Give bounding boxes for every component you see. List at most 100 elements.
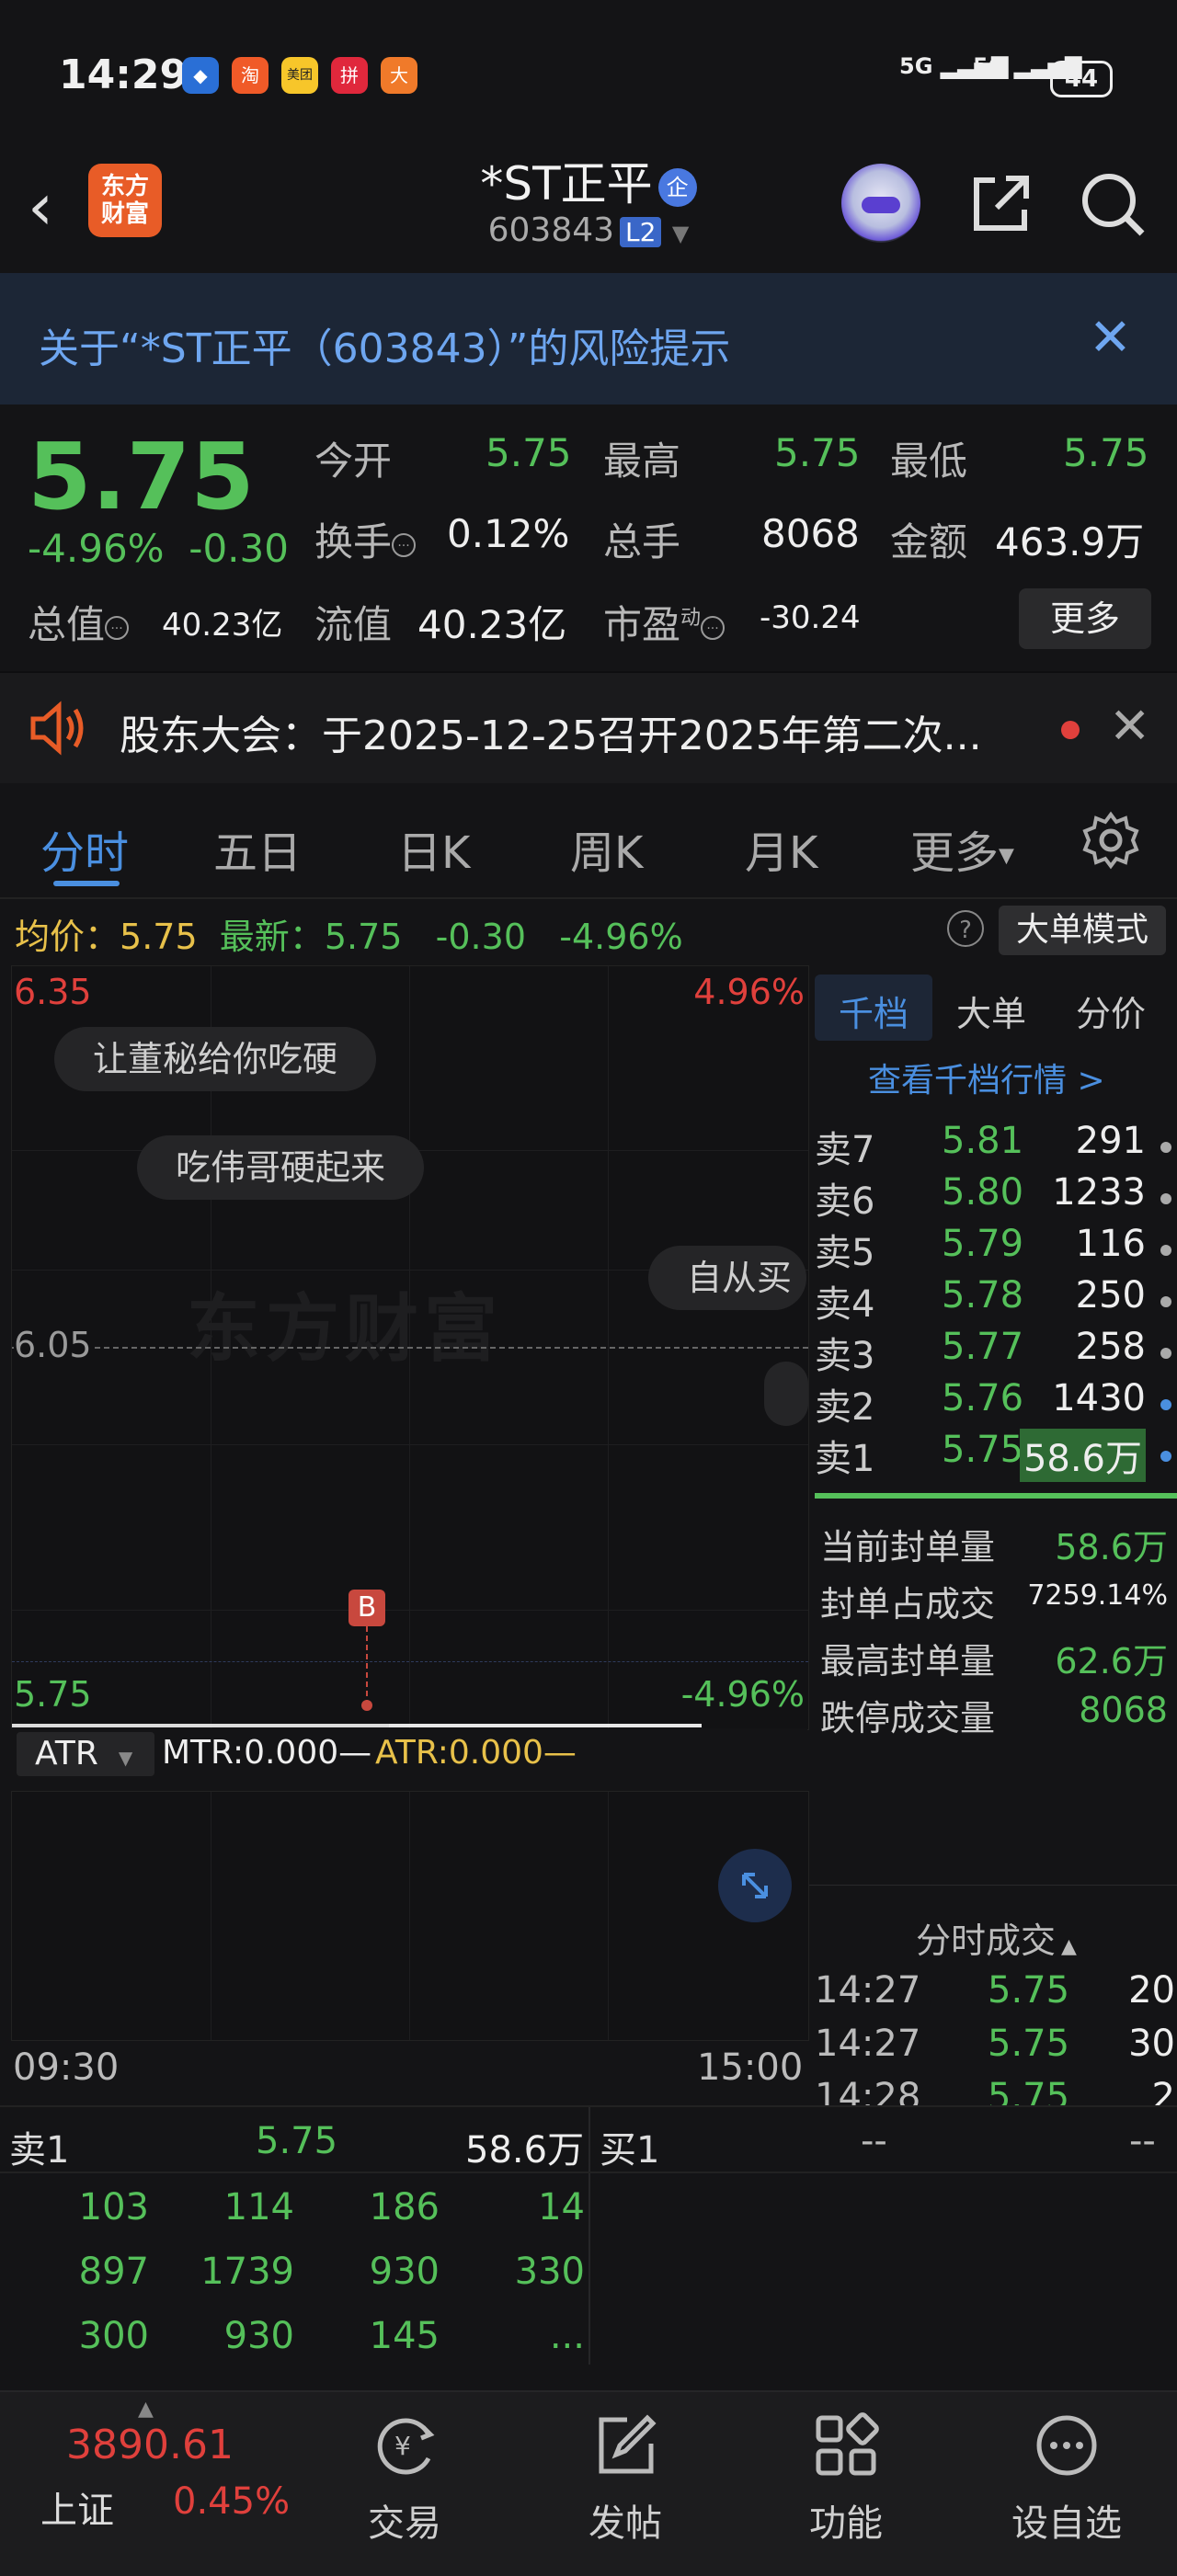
queue-more[interactable]: ... bbox=[484, 2315, 585, 2357]
info-icon[interactable]: ··· bbox=[105, 615, 130, 640]
seal-label: 当前封单量 bbox=[820, 1527, 996, 1567]
chevron-up-icon[interactable]: ▲ bbox=[138, 2398, 154, 2421]
risk-text[interactable]: 关于“*ST正平（603843）”的风险提示 bbox=[39, 315, 730, 374]
unread-dot bbox=[1061, 721, 1080, 739]
seal-value: 8068 bbox=[1079, 1690, 1168, 1730]
robot-eyes bbox=[862, 197, 900, 213]
indicator-chart[interactable] bbox=[11, 1791, 809, 2041]
view-depth-link[interactable]: 查看千档行情 > bbox=[868, 1054, 1105, 1101]
tab-big-orders[interactable]: 大单 bbox=[956, 986, 1026, 1036]
turnover-label: 换手 ··· bbox=[314, 511, 417, 567]
ask-row[interactable]: 卖7 5.81 291 bbox=[815, 1120, 1177, 1171]
post-icon[interactable] bbox=[590, 2411, 660, 2480]
latest-value: 5.75 bbox=[324, 917, 403, 957]
tab-monthly-k[interactable]: 月K bbox=[745, 816, 817, 881]
tab-depth[interactable]: 千档 bbox=[839, 986, 908, 1036]
search-icon[interactable] bbox=[1076, 167, 1149, 241]
ask-row[interactable]: 卖1 5.75 58.6万 bbox=[815, 1429, 1177, 1482]
price-summary: 均价：5.75 最新：5.75 -0.30 -4.96% bbox=[15, 908, 683, 959]
seal-label: 跌停成交量 bbox=[820, 1698, 996, 1738]
avg-label: 均价： bbox=[15, 917, 120, 957]
tick-row: 14:27 5.75 30 bbox=[815, 2023, 1175, 2065]
more-button[interactable]: 更多 bbox=[1019, 588, 1151, 649]
queue-cell: 897 bbox=[78, 2251, 149, 2293]
index-name[interactable]: 上证 bbox=[40, 2480, 114, 2534]
seal-value: 7259.14% bbox=[1027, 1579, 1168, 1612]
danmaku-bubble[interactable]: 让董秘给你吃硬 bbox=[54, 1027, 377, 1091]
ask-row[interactable]: 卖2 5.76 1430 bbox=[815, 1377, 1177, 1429]
tab-more[interactable]: 更多▼ bbox=[910, 816, 1014, 881]
ask-row[interactable]: 卖5 5.79 116 bbox=[815, 1223, 1177, 1274]
change-value: -0.30 bbox=[189, 526, 289, 571]
notice-text[interactable]: 股东大会：于2025-12-25召开2025年第二次... bbox=[120, 702, 982, 761]
info-icon[interactable]: ··· bbox=[701, 615, 726, 640]
seal-value: 58.6万 bbox=[1055, 1527, 1168, 1567]
nav-trade[interactable]: 交易 bbox=[331, 2493, 478, 2547]
help-icon[interactable]: ? bbox=[947, 910, 984, 947]
price-info-line: 均价：5.75 最新：5.75 -0.30 -4.96% ? 大单模式 bbox=[0, 899, 1177, 962]
chart-top-pct: 4.96% bbox=[693, 972, 805, 1012]
queue-sell-price: 5.75 bbox=[256, 2120, 338, 2162]
ask-row[interactable]: 卖4 5.78 250 bbox=[815, 1274, 1177, 1326]
indicator-select[interactable]: ATR ▼ bbox=[17, 1732, 154, 1776]
index-value[interactable]: 3890.61 bbox=[66, 2422, 234, 2468]
avg-line bbox=[12, 1724, 389, 1727]
share-icon[interactable] bbox=[964, 167, 1037, 241]
battery-icon: 44 bbox=[1050, 61, 1113, 97]
nav-watchlist[interactable]: 设自选 bbox=[993, 2493, 1140, 2547]
queue-sell-label: 卖1 bbox=[9, 2129, 70, 2171]
queue-cell: 103 bbox=[78, 2186, 149, 2228]
danmaku-bubble[interactable]: 吃伟哥硬起来 bbox=[137, 1135, 425, 1200]
watchlist-icon[interactable] bbox=[1032, 2411, 1102, 2480]
ticks-title[interactable]: 分时成交 ▲ bbox=[916, 1912, 1077, 1963]
danmaku-bubble[interactable]: 自从买 bbox=[648, 1246, 806, 1310]
info-icon[interactable]: ··· bbox=[392, 532, 417, 557]
assistant-robot-icon[interactable] bbox=[841, 164, 920, 243]
buy-marker[interactable]: B bbox=[349, 1590, 385, 1626]
volume-label: 总手 bbox=[603, 519, 681, 564]
notice-bar[interactable]: 股东大会：于2025-12-25召开2025年第二次... ✕ bbox=[0, 671, 1177, 783]
big-order-mode-button[interactable]: 大单模式 bbox=[999, 906, 1166, 955]
pe-value: -30.24 bbox=[760, 599, 861, 636]
tab-five-day[interactable]: 五日 bbox=[213, 816, 302, 881]
nav-post[interactable]: 发帖 bbox=[552, 2493, 699, 2547]
ask-row[interactable]: 卖3 5.77 258 bbox=[815, 1326, 1177, 1377]
danmaku-bubble-partial[interactable] bbox=[764, 1362, 808, 1426]
intraday-chart[interactable]: 东方财富 6.35 4.96% 让董秘给你吃硬 吃伟哥硬起来 自从买 6.05 … bbox=[11, 965, 809, 1730]
turnover-value: 0.12% bbox=[447, 511, 570, 556]
functions-icon[interactable] bbox=[811, 2411, 881, 2480]
tab-daily-k[interactable]: 日K bbox=[397, 816, 470, 881]
open-label: 今开 bbox=[314, 439, 393, 484]
ask-row[interactable]: 卖6 5.80 1233 bbox=[815, 1171, 1177, 1223]
current-price: 5.75 bbox=[28, 423, 255, 530]
latest-change-pct: -4.96% bbox=[559, 917, 683, 957]
expand-icon[interactable] bbox=[718, 1849, 792, 1922]
quote-panel: 5.75 -4.96% -0.30 今开 5.75 最高 5.75 最低 5.7… bbox=[0, 405, 1177, 671]
low-label: 最低 bbox=[890, 439, 968, 484]
avg-price-line bbox=[12, 1661, 808, 1662]
taobao-icon: 淘 bbox=[232, 57, 269, 94]
high-value: 5.75 bbox=[774, 430, 861, 475]
close-icon[interactable]: ✕ bbox=[1109, 697, 1150, 755]
queue-cell: 930 bbox=[369, 2251, 440, 2293]
gear-icon[interactable] bbox=[1081, 811, 1140, 870]
nav-functions[interactable]: 功能 bbox=[772, 2493, 920, 2547]
tab-intraday[interactable]: 分时 bbox=[40, 816, 129, 881]
queue-divider bbox=[588, 2107, 590, 2365]
volume-value: 8068 bbox=[761, 511, 860, 556]
limit-down-divider bbox=[815, 1493, 1177, 1499]
tab-weekly-k[interactable]: 周K bbox=[570, 816, 643, 881]
order-queue: 卖1 5.75 58.6万 买1 -- -- 103 114 186 14 89… bbox=[0, 2105, 1177, 2365]
app-notification-icon: ◆ bbox=[182, 57, 219, 94]
pinduoduo-icon: 拼 bbox=[331, 57, 368, 94]
index-pct[interactable]: 0.45% bbox=[173, 2480, 290, 2523]
indicator-row: ATR ▼ MTR:0.000— ATR:0.000— bbox=[11, 1728, 807, 1780]
chevron-down-icon: ▼ bbox=[671, 221, 690, 246]
float-label: 流值 bbox=[314, 602, 393, 647]
trade-icon[interactable]: ¥ bbox=[370, 2411, 440, 2480]
stock-code: 603843 bbox=[487, 211, 615, 249]
close-icon[interactable]: ✕ bbox=[1089, 308, 1132, 368]
risk-banner[interactable]: 关于“*ST正平（603843）”的风险提示 ✕ bbox=[0, 273, 1177, 405]
tab-price-dist[interactable]: 分价 bbox=[1076, 986, 1146, 1036]
chart-top-price: 6.35 bbox=[14, 972, 92, 1012]
